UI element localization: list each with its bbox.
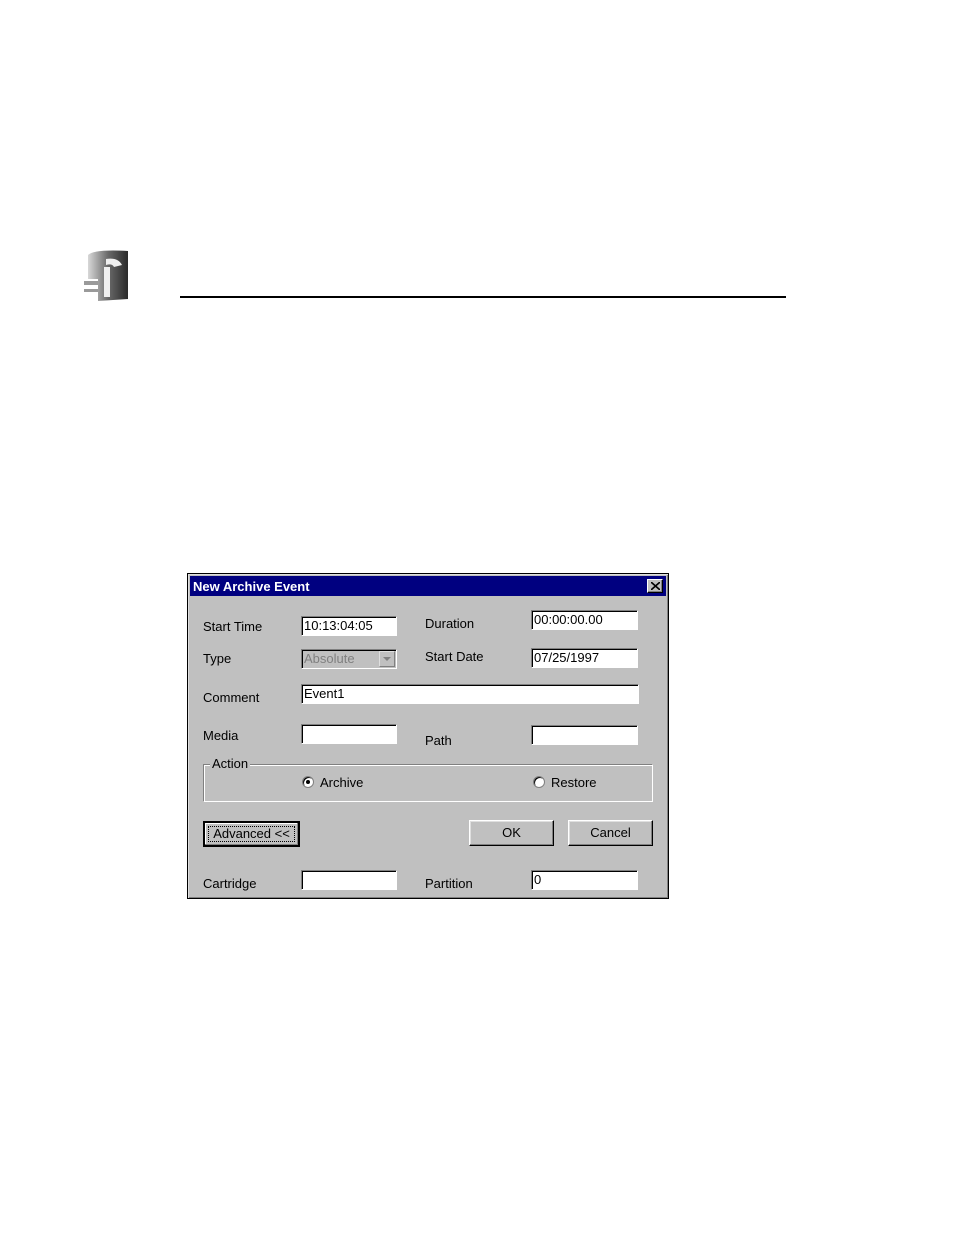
cartridge-label: Cartridge xyxy=(203,876,257,891)
comment-label: Comment xyxy=(203,690,260,705)
restore-radio-label[interactable]: Restore xyxy=(551,775,597,790)
radio-selected-dot xyxy=(306,780,310,784)
duration-label: Duration xyxy=(425,616,475,631)
dialog-titlebar[interactable]: New Archive Event xyxy=(190,576,666,596)
type-dropdown-button xyxy=(379,651,395,667)
partition-label: Partition xyxy=(425,876,473,891)
chevron-down-icon xyxy=(383,657,391,661)
advanced-button[interactable]: Advanced << xyxy=(203,821,300,847)
duration-input[interactable]: 00:00:00.00 xyxy=(531,610,638,630)
dialog-title: New Archive Event xyxy=(193,579,310,594)
media-label: Media xyxy=(203,728,239,743)
close-button[interactable] xyxy=(647,579,663,593)
partition-input[interactable]: 0 xyxy=(531,870,638,890)
close-icon xyxy=(651,582,660,590)
media-input[interactable] xyxy=(301,724,397,744)
logo-icon xyxy=(84,249,130,303)
header-rule xyxy=(180,296,786,298)
action-group-label: Action xyxy=(210,756,251,771)
path-label: Path xyxy=(425,733,452,748)
restore-radio[interactable] xyxy=(533,776,545,788)
start-time-label: Start Time xyxy=(203,619,263,634)
new-archive-event-dialog: New Archive Event Start Time 10:13:04:05… xyxy=(187,573,669,899)
cancel-button[interactable]: Cancel xyxy=(568,820,653,846)
ok-button[interactable]: OK xyxy=(469,820,554,846)
archive-radio-label[interactable]: Archive xyxy=(320,775,363,790)
type-select-value: Absolute xyxy=(304,651,355,666)
path-input[interactable] xyxy=(531,725,638,745)
comment-input[interactable]: Event1 xyxy=(301,684,639,704)
focus-rect xyxy=(208,826,295,842)
cartridge-input[interactable] xyxy=(301,870,397,890)
start-time-input[interactable]: 10:13:04:05 xyxy=(301,616,397,636)
start-date-input[interactable]: 07/25/1997 xyxy=(531,648,638,668)
start-date-label: Start Date xyxy=(425,649,484,664)
type-select: Absolute xyxy=(301,649,397,669)
archive-radio[interactable] xyxy=(302,776,314,788)
type-label: Type xyxy=(203,651,232,666)
